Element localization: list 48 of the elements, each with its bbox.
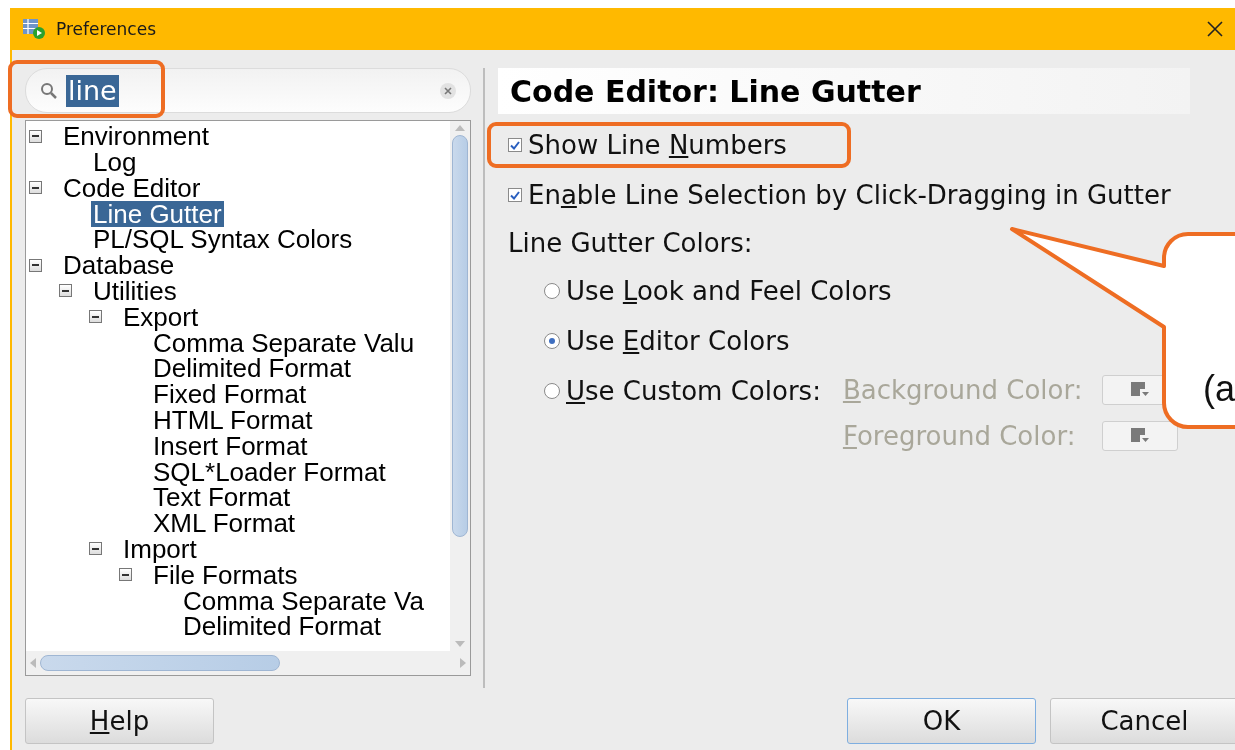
tree-item[interactable]: XML Format	[151, 510, 298, 537]
collapse-toggle[interactable]	[89, 542, 102, 556]
tree-item[interactable]: Log	[91, 149, 139, 175]
tree-item[interactable]: PL/SQL Syntax Colors	[91, 226, 355, 253]
section-label: Line Gutter Colors:	[508, 228, 753, 259]
scrollbar-thumb[interactable]	[452, 135, 468, 538]
panel-title: Code Editor: Line Gutter	[498, 68, 1190, 115]
color-label: Background Color:	[842, 375, 1083, 406]
tree-item[interactable]: HTML Format	[151, 406, 315, 433]
close-icon[interactable]	[1207, 21, 1223, 38]
collapse-toggle[interactable]	[29, 129, 42, 143]
search-field[interactable]: line	[25, 68, 471, 114]
collapse-toggle[interactable]	[89, 310, 102, 324]
checkbox-label: Enable Line Selection by Click-Dragging in Gutter	[528, 180, 1171, 211]
radio-label: Use Look and Feel Colors	[566, 276, 892, 307]
dialog-button[interactable]: OK	[847, 698, 1036, 745]
checkbox[interactable]	[508, 138, 522, 153]
radio-label: Use Custom Colors:	[566, 376, 821, 407]
tree-item[interactable]: Insert Format	[151, 432, 310, 459]
tree-item[interactable]: Environment	[61, 123, 211, 150]
collapse-toggle[interactable]	[29, 181, 42, 195]
callout-text: (a	[1203, 368, 1235, 410]
radio-label: Use Editor Colors	[566, 326, 790, 357]
checkbox-label: Show Line Numbers	[528, 130, 787, 161]
tree-item[interactable]: Utilities	[91, 277, 179, 304]
tree-item[interactable]: Fixed Format	[151, 381, 309, 408]
scrollbar-thumb[interactable]	[40, 655, 280, 672]
checkbox[interactable]	[508, 188, 522, 203]
dialog-button[interactable]: Help	[25, 698, 214, 745]
tree-item[interactable]: SQL*Loader Format	[151, 458, 388, 485]
checkmark-icon	[510, 140, 520, 150]
collapse-toggle[interactable]	[119, 568, 132, 582]
tree-item[interactable]: Database	[61, 252, 177, 279]
radio-button[interactable]	[544, 283, 560, 300]
radio-button[interactable]	[544, 383, 560, 400]
collapse-toggle[interactable]	[59, 284, 72, 298]
dialog-button[interactable]: Cancel	[1050, 698, 1235, 745]
tree-item[interactable]: Line Gutter	[91, 200, 224, 227]
clear-icon[interactable]	[440, 82, 456, 99]
app-icon	[22, 18, 46, 41]
search-icon	[40, 81, 58, 100]
window-title: Preferences	[56, 19, 157, 40]
tree-item[interactable]: Import	[121, 535, 199, 562]
color-label: Foreground Color:	[842, 421, 1077, 452]
tree-item[interactable]: Export	[121, 303, 201, 330]
checkmark-icon	[510, 190, 520, 200]
radio-button[interactable]	[544, 333, 560, 350]
collapse-toggle[interactable]	[29, 258, 42, 272]
